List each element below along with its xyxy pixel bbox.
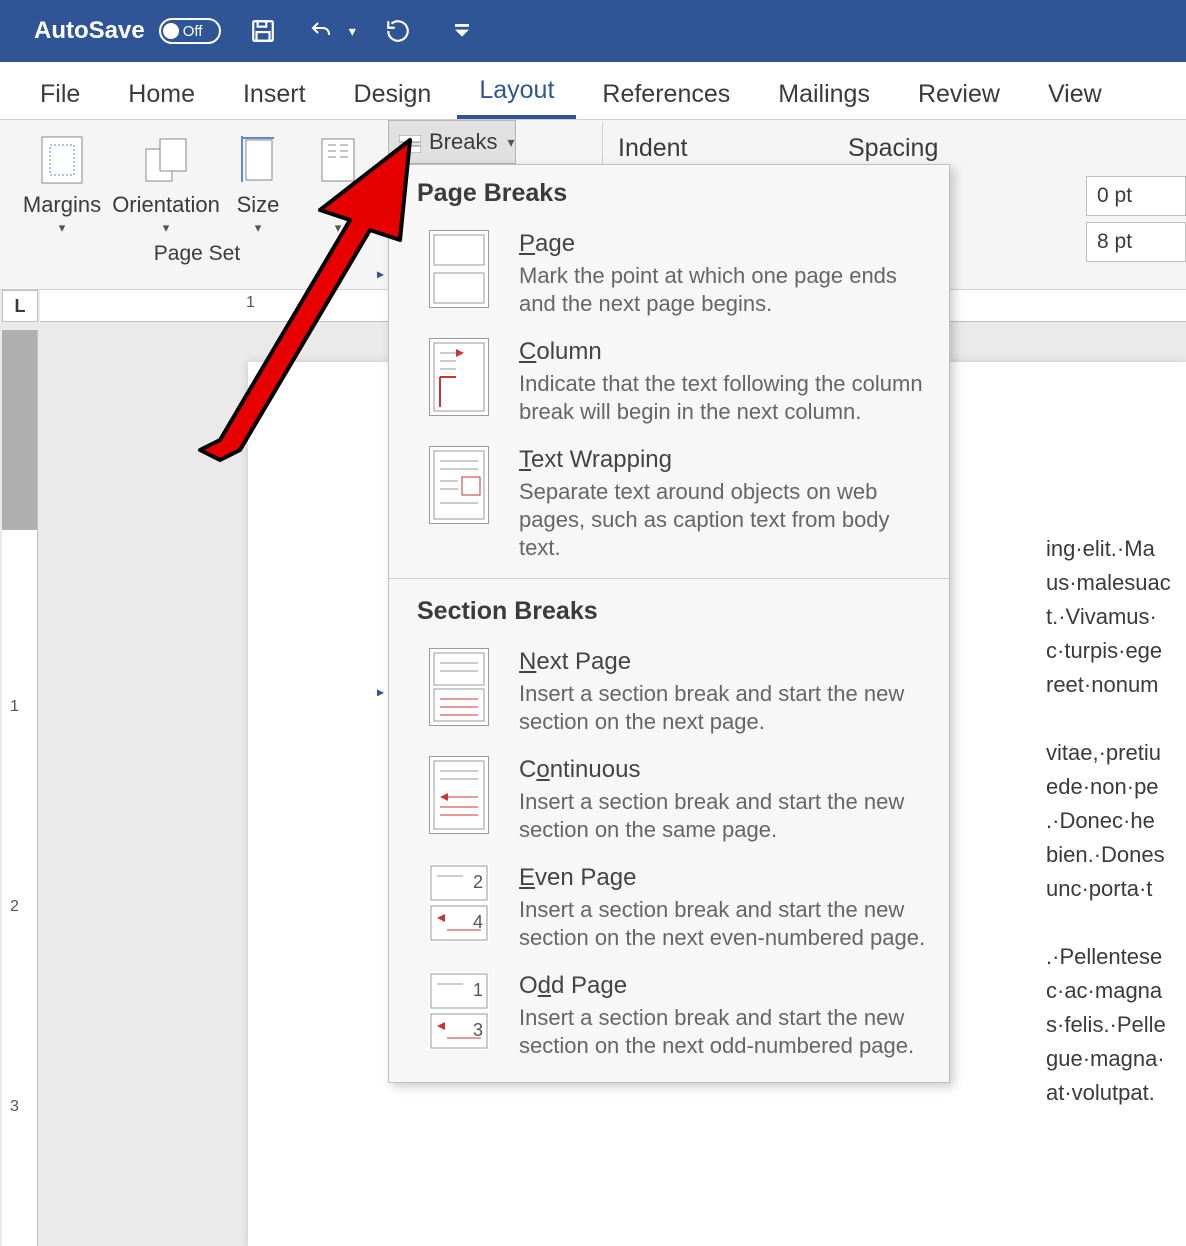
redo-icon[interactable] (382, 15, 414, 47)
column-break-title: Column (519, 338, 931, 366)
break-oddpage-item[interactable]: 13 Odd Page Insert a section break and s… (389, 962, 949, 1070)
tab-mailings[interactable]: Mailings (756, 70, 892, 119)
section-breaks-header: Section Breaks (389, 583, 949, 638)
break-page-item[interactable]: ▸ Page Mark the point at which one page … (389, 220, 949, 328)
continuous-break-icon (429, 756, 489, 834)
tab-selector[interactable]: L (2, 290, 38, 322)
svg-text:4: 4 (473, 912, 483, 932)
orientation-icon (136, 132, 196, 188)
margins-button[interactable]: Margins ▾ (10, 128, 114, 236)
toggle-dot-icon (163, 23, 179, 39)
undo-dropdown-icon[interactable]: ▾ (349, 23, 356, 40)
column-break-icon (429, 338, 489, 416)
break-textwrap-item[interactable]: Text Wrapping Separate text around objec… (389, 436, 949, 572)
break-nextpage-item[interactable]: ▸ Next Page Insert a section break and s… (389, 638, 949, 746)
columns-button[interactable]: C ▾ (298, 128, 378, 236)
oddpage-break-title: Odd Page (519, 972, 931, 1000)
page-breaks-header: Page Breaks (389, 165, 949, 220)
nextpage-break-icon (429, 648, 489, 726)
svg-text:3: 3 (473, 1020, 483, 1040)
textwrap-break-title: Text Wrapping (519, 446, 931, 474)
save-icon[interactable] (247, 15, 279, 47)
spacing-before-input[interactable]: 0 pt (1086, 176, 1186, 216)
customize-qat-icon[interactable] (446, 15, 478, 47)
chevron-down-icon: ▾ (507, 134, 514, 151)
page-break-desc: Mark the point at which one page ends an… (519, 262, 931, 318)
nextpage-break-title: Next Page (519, 648, 931, 676)
size-icon (228, 132, 288, 188)
page-break-icon (429, 230, 489, 308)
chevron-down-icon: ▾ (163, 220, 170, 236)
caret-right-icon: ▸ (377, 266, 384, 283)
breaks-button[interactable]: Breaks ▾ (388, 120, 516, 164)
tab-review[interactable]: Review (896, 70, 1022, 119)
breaks-dropdown: Page Breaks ▸ Page Mark the point at whi… (388, 164, 950, 1083)
indent-label: Indent (618, 134, 688, 163)
autosave-state: Off (183, 23, 203, 40)
spacing-label: Spacing (848, 134, 938, 163)
column-break-desc: Indicate that the text following the col… (519, 370, 931, 426)
oddpage-break-icon: 13 (429, 972, 489, 1050)
evenpage-break-title: Even Page (519, 864, 931, 892)
group-page-setup: Margins ▾ Orientation ▾ Size ▾ (0, 120, 390, 289)
title-bar: AutoSave Off ▾ (0, 0, 1186, 62)
autosave-label: AutoSave (34, 17, 145, 45)
textwrap-break-desc: Separate text around objects on web page… (519, 478, 931, 562)
undo-icon[interactable] (305, 15, 337, 47)
dropdown-separator (389, 578, 949, 579)
chevron-down-icon: ▾ (255, 220, 262, 236)
margins-icon (32, 132, 92, 188)
svg-text:1: 1 (473, 980, 483, 1000)
break-column-item[interactable]: Column Indicate that the text following … (389, 328, 949, 436)
spacing-after-input[interactable]: 8 pt (1086, 222, 1186, 262)
evenpage-break-icon: 24 (429, 864, 489, 942)
chevron-down-icon: ▾ (59, 220, 66, 236)
nextpage-break-desc: Insert a section break and start the new… (519, 680, 931, 736)
break-evenpage-item[interactable]: 24 Even Page Insert a section break and … (389, 854, 949, 962)
oddpage-break-desc: Insert a section break and start the new… (519, 1004, 931, 1060)
evenpage-break-desc: Insert a section break and start the new… (519, 896, 931, 952)
continuous-break-title: Continuous (519, 756, 931, 784)
tab-home[interactable]: Home (106, 70, 217, 119)
caret-right-icon: ▸ (377, 684, 384, 701)
chevron-down-icon: ▾ (335, 220, 342, 236)
tab-insert[interactable]: Insert (221, 70, 328, 119)
svg-text:2: 2 (473, 872, 483, 892)
breaks-icon (399, 133, 421, 151)
continuous-break-desc: Insert a section break and start the new… (519, 788, 931, 844)
tab-layout[interactable]: Layout (457, 66, 576, 119)
textwrap-break-icon (429, 446, 489, 524)
autosave-toggle[interactable]: Off (159, 18, 221, 44)
page-setup-caption: Page Set (10, 242, 384, 266)
columns-icon (308, 132, 368, 188)
orientation-button[interactable]: Orientation ▾ (114, 128, 218, 236)
tab-file[interactable]: File (18, 70, 102, 119)
size-button[interactable]: Size ▾ (218, 128, 298, 236)
tab-references[interactable]: References (580, 70, 752, 119)
vertical-ruler[interactable]: 1 2 3 (2, 330, 38, 1246)
break-continuous-item[interactable]: Continuous Insert a section break and st… (389, 746, 949, 854)
document-body-text: ing·elit.·Ma us·malesuac t.·Vivamus· c·t… (1046, 532, 1186, 1110)
ribbon-tabs: File Home Insert Design Layout Reference… (0, 62, 1186, 120)
tab-design[interactable]: Design (332, 70, 454, 119)
tab-view[interactable]: View (1026, 70, 1124, 119)
page-break-title: Page (519, 230, 931, 258)
